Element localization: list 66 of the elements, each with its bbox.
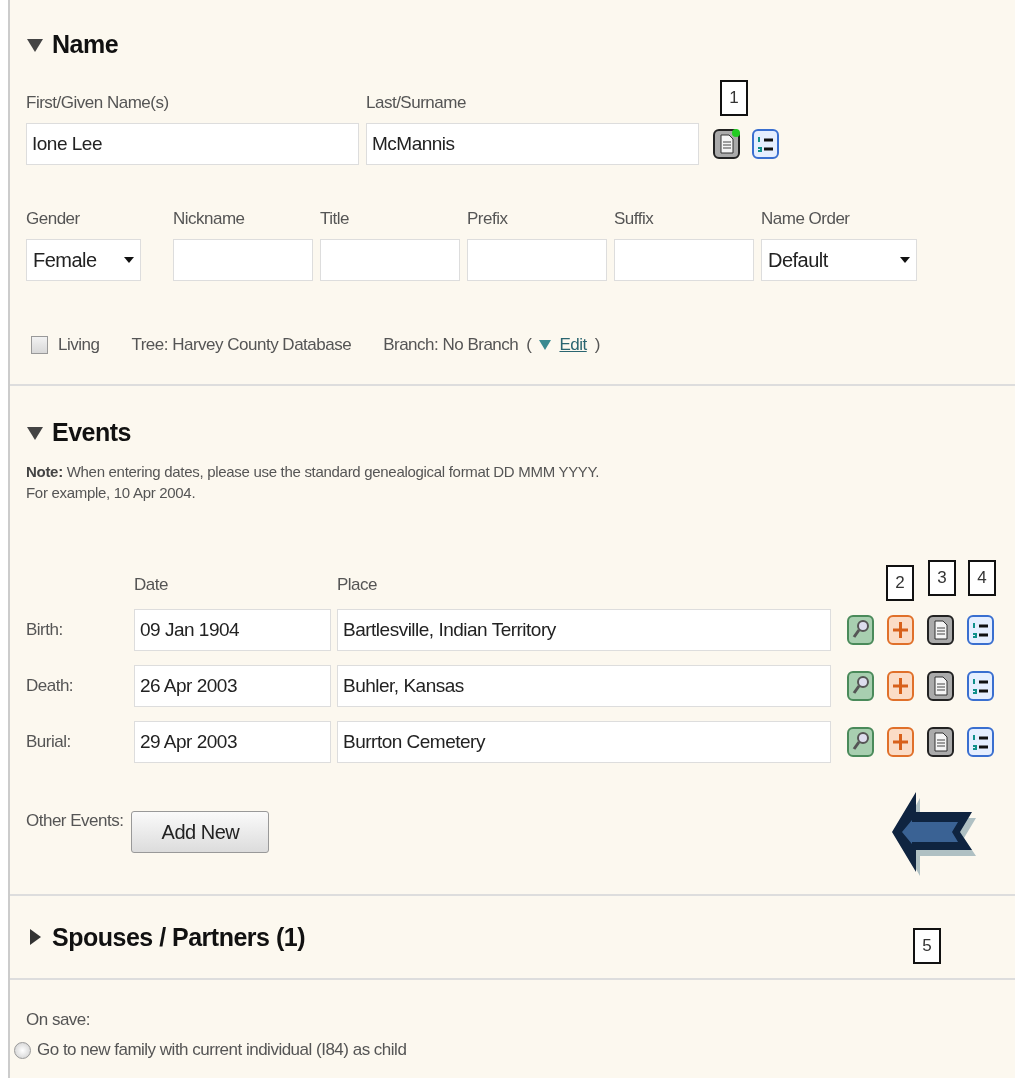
numbered-list-icon[interactable] <box>967 615 994 645</box>
checkbox-label: Living <box>58 335 100 355</box>
callout-number: 1 <box>720 80 748 116</box>
search-icon[interactable] <box>847 671 874 701</box>
notes-icon[interactable] <box>927 615 954 645</box>
text-field[interactable] <box>173 239 313 281</box>
section-title: Name <box>52 30 119 59</box>
numbered-list-icon[interactable] <box>967 671 994 701</box>
callout-number: 2 <box>886 565 914 601</box>
section-title: Events <box>52 418 131 447</box>
callout-number: 4 <box>968 560 996 596</box>
place-field[interactable]: Burrton Cemetery <box>337 721 831 763</box>
parenthesis: ( <box>526 335 532 355</box>
callout-number: 3 <box>928 560 956 596</box>
add-icon[interactable] <box>887 727 914 757</box>
parenthesis: ) <box>594 335 600 355</box>
event-label: Death: <box>26 676 75 696</box>
field-label: Prefix <box>467 209 509 229</box>
field-label: Suffix <box>614 209 655 229</box>
numbered-list-icon[interactable] <box>752 129 779 159</box>
search-icon[interactable] <box>847 727 874 757</box>
section-title: Spouses / Partners (1) <box>52 922 305 952</box>
event-label: Birth: <box>26 620 64 640</box>
field-label: Gender <box>26 209 81 229</box>
checkbox[interactable] <box>31 336 48 354</box>
place-field[interactable]: Buhler, Kansas <box>337 665 831 707</box>
dropdown[interactable]: Default <box>761 239 917 281</box>
branch-text: Branch: No Branch <box>383 335 519 355</box>
field-label: Nickname <box>173 209 246 229</box>
callout-number: 5 <box>913 928 941 964</box>
field-label: Last/Surname <box>366 93 467 113</box>
notes-icon[interactable] <box>927 727 954 757</box>
event-label: Burial: <box>26 732 72 752</box>
other-events-label: Other Events: <box>26 811 124 831</box>
edit-link[interactable]: Edit <box>559 335 587 355</box>
field-label: Title <box>320 209 350 229</box>
notes-icon[interactable] <box>713 129 740 159</box>
date-field[interactable]: 09 Jan 1904 <box>134 609 331 651</box>
place-field[interactable]: Bartlesville, Indian Territory <box>337 609 831 651</box>
numbered-list-icon[interactable] <box>967 727 994 757</box>
field-label: Name Order <box>761 209 851 229</box>
caret-icon <box>124 257 134 263</box>
search-icon[interactable] <box>847 615 874 645</box>
text-field[interactable] <box>467 239 607 281</box>
text-field[interactable]: McMannis <box>366 123 699 165</box>
dropdown-triangle-icon[interactable] <box>539 340 552 350</box>
field-label: First/Given Name(s) <box>26 93 170 113</box>
note-text: Note: When entering dates, please use the standard genealogical format DD MMM YYYY. <box>26 462 601 482</box>
add-icon[interactable] <box>887 615 914 645</box>
date-field[interactable]: 26 Apr 2003 <box>134 665 331 707</box>
dropdown[interactable]: Female <box>26 239 141 281</box>
text-field[interactable]: Ione Lee <box>26 123 359 165</box>
note-text: For example, 10 Apr 2004. <box>26 483 197 503</box>
tree-text: Tree: Harvey County Database <box>131 335 352 355</box>
caret-icon <box>900 257 910 263</box>
on-save-label: On save: <box>26 1010 92 1030</box>
add-icon[interactable] <box>887 671 914 701</box>
add-new-button[interactable]: Add New <box>131 811 270 853</box>
text-field[interactable] <box>320 239 460 281</box>
notes-icon[interactable] <box>927 671 954 701</box>
column-header: Date <box>134 575 169 595</box>
column-header: Place <box>337 575 379 595</box>
date-field[interactable]: 29 Apr 2003 <box>134 721 331 763</box>
radio-label: Go to new family with current individual (I84) as child <box>37 1040 407 1060</box>
radio-button[interactable] <box>14 1041 31 1059</box>
text-field[interactable] <box>614 239 754 281</box>
